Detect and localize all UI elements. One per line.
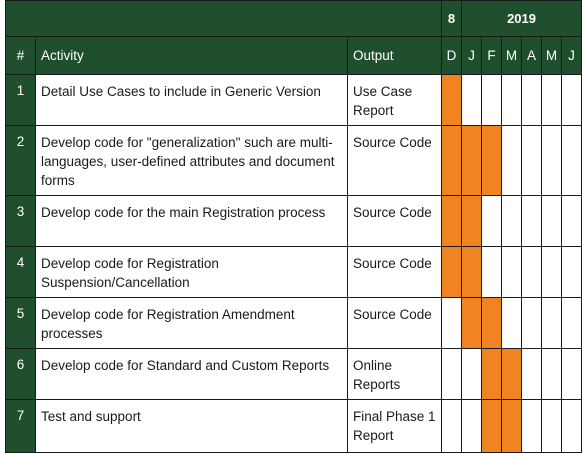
table-row: 5 Develop code for Registration Amendment… xyxy=(5,297,583,349)
gantt-empty-cell xyxy=(441,297,463,349)
table-row: 3 Develop code for the main Registration … xyxy=(5,195,583,247)
output-cell: Source Code xyxy=(346,125,443,196)
gantt-empty-cell xyxy=(521,348,543,400)
month-header: A xyxy=(521,36,543,75)
output-cell: Source Code xyxy=(346,246,443,298)
gantt-empty-cell xyxy=(521,195,543,247)
activity-cell: Develop code for "generalization" such a… xyxy=(35,125,348,196)
gantt-bar-cell xyxy=(481,348,503,400)
gantt-empty-cell xyxy=(461,348,483,400)
month-header: J xyxy=(461,36,483,75)
gantt-empty-cell xyxy=(541,246,563,298)
row-number: 6 xyxy=(5,348,36,400)
gantt-empty-cell xyxy=(481,74,503,126)
row-number: 2 xyxy=(5,125,36,196)
gantt-empty-cell xyxy=(501,125,523,196)
col-num-header: # xyxy=(5,36,36,75)
output-cell: Source Code xyxy=(346,297,443,349)
year-2018-label: 8 xyxy=(441,0,463,37)
table-row: 6 Develop code for Standard and Custom Re… xyxy=(5,348,583,400)
gantt-empty-cell xyxy=(541,297,563,349)
gantt-empty-cell xyxy=(501,195,523,247)
gantt-empty-cell xyxy=(561,195,583,247)
gantt-empty-cell xyxy=(521,125,543,196)
activity-cell: Develop code for the main Registration p… xyxy=(35,195,348,247)
month-header: D xyxy=(441,36,463,75)
table-row: 2 Develop code for "generalization" such … xyxy=(5,125,583,196)
table-row: 7 Test and support Final Phase 1 Report xyxy=(5,399,583,453)
gantt-empty-cell xyxy=(501,297,523,349)
column-header-row: # Activity Output D J F M A M J xyxy=(5,36,583,75)
activity-cell: Develop code for Registration Suspension… xyxy=(35,246,348,298)
header-blank xyxy=(4,0,443,37)
gantt-empty-cell xyxy=(561,246,583,298)
gantt-empty-cell xyxy=(521,74,543,126)
month-header: M xyxy=(501,36,523,75)
gantt-bar-cell xyxy=(501,348,523,400)
activity-cell: Develop code for Standard and Custom Rep… xyxy=(35,348,348,400)
gantt-bar-cell xyxy=(461,297,483,349)
gantt-empty-cell xyxy=(561,125,583,196)
activity-cell: Develop code for Registration Amendment … xyxy=(35,297,348,349)
row-number: 1 xyxy=(5,74,36,126)
gantt-body: 1 Detail Use Cases to include in Generic … xyxy=(5,74,583,453)
gantt-empty-cell xyxy=(501,246,523,298)
table-row: 1 Detail Use Cases to include in Generic … xyxy=(5,74,583,126)
output-cell: Use Case Report xyxy=(346,74,443,126)
gantt-empty-cell xyxy=(561,348,583,400)
activity-cell: Detail Use Cases to include in Generic V… xyxy=(35,74,348,126)
gantt-empty-cell xyxy=(441,399,463,453)
col-activity-header: Activity xyxy=(35,36,348,75)
gantt-empty-cell xyxy=(461,399,483,453)
gantt-empty-cell xyxy=(481,246,503,298)
gantt-empty-cell xyxy=(541,348,563,400)
gantt-empty-cell xyxy=(461,74,483,126)
gantt-bar-cell xyxy=(441,125,463,196)
gantt-bar-cell xyxy=(461,195,483,247)
activity-cell: Test and support xyxy=(35,399,348,453)
gantt-empty-cell xyxy=(561,74,583,126)
row-number: 7 xyxy=(5,399,36,453)
gantt-bar-cell xyxy=(461,246,483,298)
year-2019-label: 2019 xyxy=(461,0,583,37)
output-cell: Online Reports xyxy=(346,348,443,400)
gantt-bar-cell xyxy=(481,125,503,196)
gantt-empty-cell xyxy=(521,246,543,298)
gantt-empty-cell xyxy=(481,195,503,247)
gantt-bar-cell xyxy=(461,125,483,196)
month-header: J xyxy=(561,36,583,75)
gantt-bar-cell xyxy=(481,297,503,349)
gantt-empty-cell xyxy=(501,74,523,126)
row-number: 4 xyxy=(5,246,36,298)
output-cell: Source Code xyxy=(346,195,443,247)
year-header-row: 8 2019 xyxy=(4,0,583,37)
row-number: 3 xyxy=(5,195,36,247)
gantt-empty-cell xyxy=(561,297,583,349)
gantt-empty-cell xyxy=(541,125,563,196)
month-header: M xyxy=(541,36,563,75)
month-header: F xyxy=(481,36,503,75)
gantt-bar-cell xyxy=(441,246,463,298)
gantt-empty-cell xyxy=(521,399,543,453)
col-output-header: Output xyxy=(346,36,443,75)
gantt-table: 8 2019 # Activity Output D J F M A M J 1… xyxy=(4,0,583,453)
gantt-empty-cell xyxy=(561,399,583,453)
gantt-empty-cell xyxy=(441,348,463,400)
row-number: 5 xyxy=(5,297,36,349)
gantt-empty-cell xyxy=(541,195,563,247)
gantt-empty-cell xyxy=(541,74,563,126)
table-row: 4 Develop code for Registration Suspensio… xyxy=(5,246,583,298)
gantt-bar-cell xyxy=(441,195,463,247)
output-cell: Final Phase 1 Report xyxy=(346,399,443,453)
gantt-bar-cell xyxy=(441,74,463,126)
gantt-bar-cell xyxy=(481,399,503,453)
gantt-bar-cell xyxy=(501,399,523,453)
gantt-empty-cell xyxy=(541,399,563,453)
gantt-empty-cell xyxy=(521,297,543,349)
